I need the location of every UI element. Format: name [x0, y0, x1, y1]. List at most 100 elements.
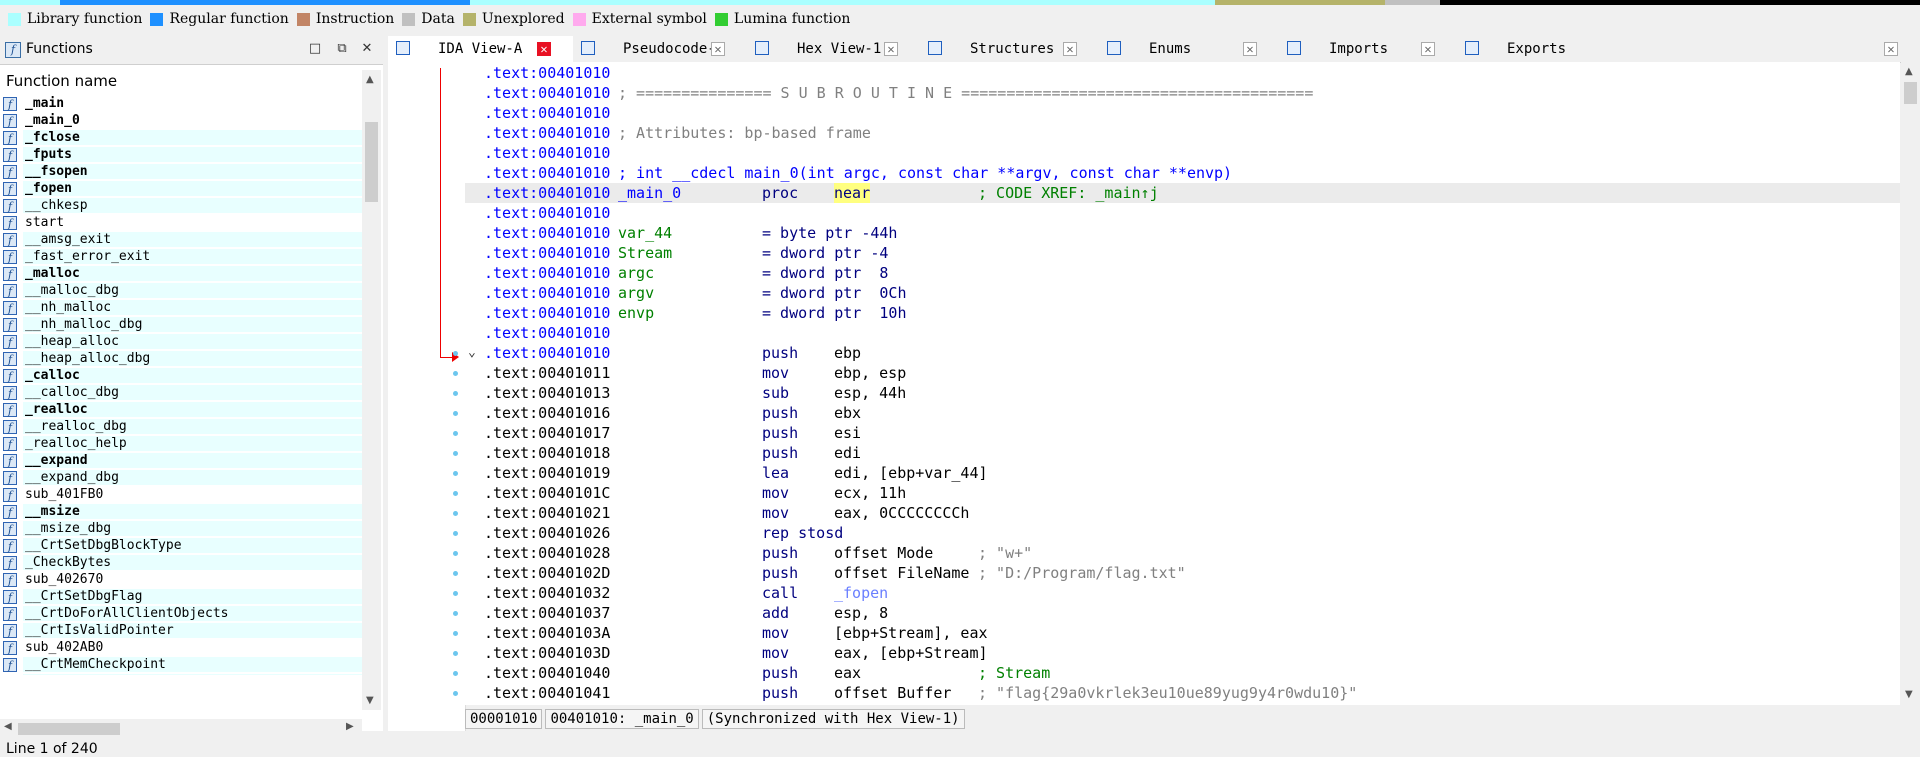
scroll-right-icon[interactable]: ▶ — [346, 721, 354, 732]
disasm-line[interactable]: .text:0040103A mov [ebp+Stream], eax — [465, 623, 1900, 643]
function-list-item[interactable]: f _fclose — [0, 129, 362, 146]
tab-pseudocode-a[interactable]: Pseudocode-A ✕ — [573, 36, 747, 62]
operand[interactable]: offset Mode — [834, 543, 933, 563]
operand[interactable]: edi, [ebp+var_44] — [834, 463, 988, 483]
breakpoint-dot[interactable] — [453, 671, 458, 676]
function-list-item[interactable]: f __heap_alloc — [0, 333, 362, 350]
disasm-line[interactable]: .text:00401010 — [465, 203, 1900, 223]
breakpoint-dot[interactable] — [453, 571, 458, 576]
tab-imports[interactable]: Imports ✕ — [1279, 36, 1457, 62]
breakpoint-dot[interactable] — [453, 471, 458, 476]
operand[interactable]: [ebp+Stream], eax — [834, 623, 988, 643]
function-list-item[interactable]: f _main_0 — [0, 112, 362, 129]
disasm-line[interactable]: .text:00401010 argv = dword ptr 0Ch — [465, 283, 1900, 303]
function-list-item[interactable]: f __nh_malloc — [0, 299, 362, 316]
disasm-line[interactable]: .text:0040102D push offset FileName ; "D:/P… — [465, 563, 1900, 583]
disasm-line[interactable]: .text:00401028 push offset Mode ; "w+" — [465, 543, 1900, 563]
close-icon[interactable]: ✕ — [358, 40, 376, 58]
breakpoint-dot[interactable] — [453, 651, 458, 656]
operand[interactable]: ecx, 11h — [834, 483, 906, 503]
function-list-item[interactable]: f sub_401FB0 — [0, 486, 362, 503]
function-list-item[interactable]: f _fopen — [0, 180, 362, 197]
operand[interactable]: esp, 8 — [834, 603, 888, 623]
function-list-item[interactable]: f __chkesp — [0, 197, 362, 214]
breakpoint-dot[interactable] — [453, 531, 458, 536]
operand[interactable]: eax — [834, 663, 861, 683]
function-list-item[interactable]: f __CrtMemDifference — [0, 673, 362, 675]
scroll-left-icon[interactable]: ◀ — [4, 721, 12, 732]
function-list-item[interactable]: f _malloc — [0, 265, 362, 282]
disasm-line[interactable]: .text:00401010 argc = dword ptr 8 — [465, 263, 1900, 283]
maximize-icon[interactable]: □ — [306, 40, 324, 58]
breakpoint-dot[interactable] — [453, 451, 458, 456]
function-list-item[interactable]: f _fputs — [0, 146, 362, 163]
breakpoint-dot[interactable] — [453, 391, 458, 396]
function-list-item[interactable]: f __expand — [0, 452, 362, 469]
function-list-item[interactable]: f __CrtMemCheckpoint — [0, 656, 362, 673]
operand[interactable]: esi — [834, 423, 861, 443]
disasm-line[interactable]: .text:00401011 mov ebp, esp — [465, 363, 1900, 383]
disasm-line[interactable]: .text:00401010 — [465, 103, 1900, 123]
tab-enums[interactable]: Enums ✕ — [1099, 36, 1279, 62]
line-label[interactable]: argv — [618, 283, 654, 303]
disasm-line[interactable]: .text:00401026 rep stosd — [465, 523, 1900, 543]
function-list[interactable]: f _main f _main_0 f _fclose f _fputs f __fsopen f _… — [0, 95, 362, 675]
float-icon[interactable]: ⧉ — [333, 40, 351, 58]
disasm-line[interactable]: .text:00401037 add esp, 8 — [465, 603, 1900, 623]
tab-structures[interactable]: Structures ✕ — [920, 36, 1099, 62]
operand[interactable]: ebp — [834, 343, 861, 363]
tab-close-icon[interactable]: ✕ — [1884, 42, 1898, 56]
disassembly-vertical-scrollbar[interactable]: ▲ ▼ — [1901, 62, 1920, 705]
breakpoint-dot[interactable] — [453, 611, 458, 616]
function-list-item[interactable]: f _realloc_help — [0, 435, 362, 452]
tab-close-icon[interactable]: ✕ — [1243, 42, 1257, 56]
functions-vertical-scrollbar[interactable]: ▲ ▼ — [362, 70, 381, 710]
scroll-up-icon[interactable]: ▲ — [1905, 66, 1913, 77]
disasm-line[interactable]: .text:00401010 ; Attributes: bp-based fra… — [465, 123, 1900, 143]
disasm-line[interactable]: .text:00401010 — [465, 323, 1900, 343]
functions-horizontal-scrollbar[interactable]: ◀ ▶ — [0, 719, 362, 738]
scroll-down-icon[interactable]: ▼ — [366, 695, 374, 706]
scroll-thumb[interactable] — [1904, 82, 1917, 104]
breakpoint-dot[interactable] — [453, 411, 458, 416]
tab-close-icon[interactable]: ✕ — [1421, 42, 1435, 56]
line-label[interactable]: Stream — [618, 243, 672, 263]
disasm-line[interactable]: .text:00401010 ; int __cdecl main_0(int a… — [465, 163, 1900, 183]
function-list-item[interactable]: f __heap_alloc_dbg — [0, 350, 362, 367]
tab-hex-view-1[interactable]: Hex View-1 ✕ — [747, 36, 920, 62]
function-list-item[interactable]: f __CrtSetDbgFlag — [0, 588, 362, 605]
breakpoint-dot[interactable] — [453, 591, 458, 596]
breakpoint-dot[interactable] — [453, 691, 458, 696]
scroll-thumb[interactable] — [18, 723, 120, 735]
scroll-down-icon[interactable]: ▼ — [1905, 689, 1913, 700]
function-list-item[interactable]: f __expand_dbg — [0, 469, 362, 486]
disasm-line[interactable]: .text:00401032 call _fopen — [465, 583, 1900, 603]
function-list-item[interactable]: f __msize — [0, 503, 362, 520]
operand[interactable]: ebx — [834, 403, 861, 423]
function-list-item[interactable]: f __amsg_exit — [0, 231, 362, 248]
line-label[interactable]: var_44 — [618, 223, 672, 243]
function-list-item[interactable]: f _calloc — [0, 367, 362, 384]
breakpoint-dot[interactable] — [453, 511, 458, 516]
line-label[interactable]: _main_0 — [618, 183, 681, 203]
disasm-line[interactable]: .text:00401010 ; =============== S U B R … — [465, 83, 1900, 103]
disasm-line[interactable]: .text:00401021 mov eax, 0CCCCCCCCh — [465, 503, 1900, 523]
function-list-item[interactable]: f __CrtIsValidPointer — [0, 622, 362, 639]
disasm-line[interactable]: .text:00401016 push ebx — [465, 403, 1900, 423]
navigation-band[interactable] — [0, 0, 1920, 5]
tab-close-icon[interactable]: ✕ — [537, 42, 551, 56]
disasm-line[interactable]: .text:00401040 push eax ; Stream — [465, 663, 1900, 683]
column-header-function-name[interactable]: Function name — [0, 70, 368, 92]
tab-ida-view-a[interactable]: IDA View-A ✕ — [388, 36, 573, 62]
breakpoint-dot[interactable] — [453, 631, 458, 636]
disasm-line[interactable]: .text:0040101C mov ecx, 11h — [465, 483, 1900, 503]
function-list-item[interactable]: f sub_402670 — [0, 571, 362, 588]
function-list-item[interactable]: f __CrtSetDbgBlockType — [0, 537, 362, 554]
operand[interactable]: offset FileName — [834, 563, 969, 583]
operand[interactable]: _fopen — [834, 583, 888, 603]
function-list-item[interactable]: f __realloc_dbg — [0, 418, 362, 435]
xref-comment[interactable]: ; CODE XREF: _main↑j — [978, 183, 1159, 203]
disasm-line[interactable]: .text:00401010 var_44 = byte ptr -44h — [465, 223, 1900, 243]
function-list-item[interactable]: f __fsopen — [0, 163, 362, 180]
disasm-line[interactable]: .text:00401010 envp = dword ptr 10h — [465, 303, 1900, 323]
